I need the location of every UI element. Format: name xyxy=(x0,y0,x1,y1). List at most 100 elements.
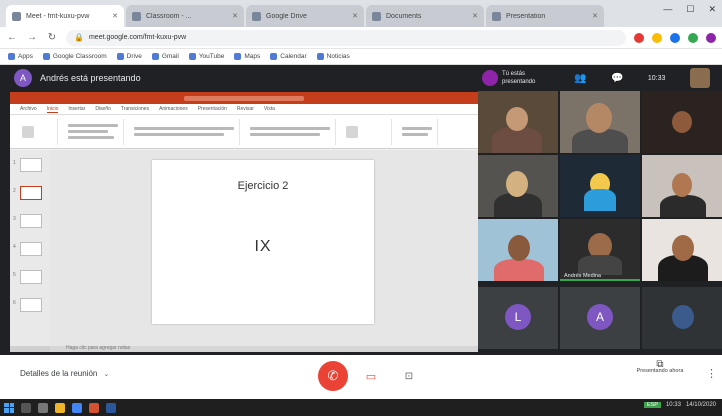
bookmark-label: Calendar xyxy=(280,53,307,60)
extension-icon[interactable] xyxy=(688,32,698,43)
participant-tile[interactable] xyxy=(560,91,640,153)
tab-close-icon[interactable]: ✕ xyxy=(232,12,238,20)
participant-tile[interactable]: L xyxy=(478,287,558,349)
captions-button[interactable]: ⊡ xyxy=(400,367,418,385)
lock-icon: 🔒 xyxy=(74,33,84,42)
bookmark-item[interactable]: Google Classroom xyxy=(42,53,107,60)
presentation-header: A Andrés está presentando xyxy=(10,65,478,91)
forward-icon[interactable]: → xyxy=(26,32,38,43)
bookmark-item[interactable]: Drive xyxy=(116,53,142,60)
slide-number: 3 xyxy=(13,216,16,222)
bookmark-item[interactable]: Gmail xyxy=(151,53,179,60)
bookmark-item[interactable]: Apps xyxy=(8,53,33,60)
browser-tab-classroom[interactable]: Classroom - ... ✕ xyxy=(126,5,244,27)
end-call-icon: ✆ xyxy=(327,368,339,383)
participant-tile[interactable] xyxy=(642,287,722,349)
close-window-icon[interactable]: ✕ xyxy=(708,4,716,15)
presenting-now-button[interactable]: ⧉ Presentando ahora xyxy=(634,360,686,375)
tab-close-icon[interactable]: ✕ xyxy=(592,12,598,20)
ribbon-group-font xyxy=(130,118,240,145)
participant-tile[interactable] xyxy=(560,155,640,217)
windows-start-icon[interactable] xyxy=(4,402,14,413)
ribbon-tab: Insertar xyxy=(68,106,86,112)
meeting-details-button[interactable]: Detalles de la reunión ⌄ xyxy=(20,369,109,378)
slide-number: 6 xyxy=(13,300,16,306)
tab-title: Meet - fmt-kuxu-pvw xyxy=(26,12,90,20)
shared-screen-powerpoint: Archivo Inicio Insertar Diseño Transicio… xyxy=(10,92,478,352)
classroom-favicon-icon xyxy=(132,11,141,21)
browser-tab-documents[interactable]: Documents ✕ xyxy=(366,5,484,27)
browser-tab-meet[interactable]: Meet - fmt-kuxu-pvw ✕ xyxy=(6,5,124,27)
camera-off-icon: ▭ xyxy=(365,370,377,383)
extension-icon[interactable] xyxy=(670,32,680,43)
ribbon-tab: Animaciones xyxy=(159,106,188,112)
browser-tab-presentation[interactable]: Presentation ✕ xyxy=(486,5,604,27)
ribbon-group-paragraph xyxy=(246,118,336,145)
bookmark-icon xyxy=(270,53,278,60)
ribbon-line xyxy=(68,136,114,139)
maximize-icon[interactable]: ☐ xyxy=(686,4,694,15)
participant-body xyxy=(660,195,706,217)
participant-name: Andrés Medina xyxy=(564,273,601,279)
ribbon-group-slides xyxy=(64,118,124,145)
task-view-icon[interactable] xyxy=(38,402,48,413)
slide-thumbnail xyxy=(20,214,42,228)
participant-tile[interactable] xyxy=(478,155,558,217)
participant-tile[interactable] xyxy=(478,91,558,153)
tab-close-icon[interactable]: ✕ xyxy=(112,12,118,20)
participant-tile-speaking[interactable]: Andrés Medina xyxy=(560,219,640,281)
ribbon-group-editing xyxy=(398,118,438,145)
screen: Meet - fmt-kuxu-pvw ✕ Classroom - ... ✕ … xyxy=(0,0,722,416)
tray-date: 14/10/2020 xyxy=(685,402,716,408)
extension-icon[interactable] xyxy=(652,32,662,43)
back-icon[interactable]: ← xyxy=(6,32,18,43)
bookmark-item[interactable]: Noticias xyxy=(316,53,350,60)
people-icon[interactable]: 👥 xyxy=(574,73,586,84)
bookmark-item[interactable]: YouTube xyxy=(188,53,224,60)
ppt-ribbon-tabs: Archivo Inicio Insertar Diseño Transicio… xyxy=(10,104,478,115)
slide-thumbnails-pane: 1 2 3 4 5 6 xyxy=(10,150,50,346)
participant-tile[interactable] xyxy=(642,155,722,217)
participant-tile[interactable] xyxy=(478,219,558,281)
slide-thumbnail xyxy=(20,298,42,312)
slide-number: 5 xyxy=(13,272,16,278)
search-icon[interactable] xyxy=(21,402,31,413)
language-badge[interactable]: ESP xyxy=(643,402,661,408)
notes-placeholder: Haga clic para agregar notas xyxy=(66,345,131,351)
file-explorer-icon[interactable] xyxy=(55,402,65,413)
extension-icon[interactable] xyxy=(634,32,644,43)
tab-close-icon[interactable]: ✕ xyxy=(472,12,478,20)
chat-icon[interactable]: 💬 xyxy=(611,73,623,84)
ppt-statusbar xyxy=(10,346,50,352)
bookmark-icon xyxy=(234,53,242,60)
minimize-icon[interactable]: — xyxy=(663,4,672,15)
word-icon[interactable] xyxy=(106,402,116,413)
bookmark-item[interactable]: Calendar xyxy=(270,53,307,60)
ribbon-line xyxy=(402,127,432,130)
ribbon-line xyxy=(68,130,108,133)
end-call-button[interactable]: ✆ xyxy=(318,361,348,391)
captions-icon: ⊡ xyxy=(404,370,414,382)
more-options-icon[interactable]: ⋮ xyxy=(706,367,717,380)
presenter-avatar: A xyxy=(14,69,32,87)
ribbon-tab: Presentación xyxy=(197,106,227,112)
ribbon-line xyxy=(250,133,320,136)
participant-tile[interactable]: A xyxy=(560,287,640,349)
ribbon-tab: Diseño xyxy=(95,106,111,112)
browser-tab-drive[interactable]: Google Drive ✕ xyxy=(246,5,364,27)
participant-tile[interactable] xyxy=(642,219,722,281)
tab-title: Google Drive xyxy=(266,12,307,20)
camera-toggle-button[interactable]: ▭ xyxy=(362,367,380,385)
paste-icon xyxy=(22,125,34,138)
browser-toolbar: ← → ↻ 🔒 meet.google.com/fmt-kuxu-pvw xyxy=(0,27,722,49)
chrome-icon[interactable] xyxy=(72,402,82,413)
powerpoint-icon[interactable] xyxy=(89,402,99,413)
address-bar[interactable]: 🔒 meet.google.com/fmt-kuxu-pvw xyxy=(66,29,626,46)
bookmark-item[interactable]: Maps xyxy=(234,53,260,60)
system-tray: ESP 10:33 14/10/2020 xyxy=(643,402,716,408)
profile-avatar[interactable] xyxy=(706,32,716,43)
ribbon-tab: Revisar xyxy=(236,106,254,112)
reload-icon[interactable]: ↻ xyxy=(46,32,58,43)
tab-close-icon[interactable]: ✕ xyxy=(352,12,358,20)
participant-tile[interactable] xyxy=(642,91,722,153)
